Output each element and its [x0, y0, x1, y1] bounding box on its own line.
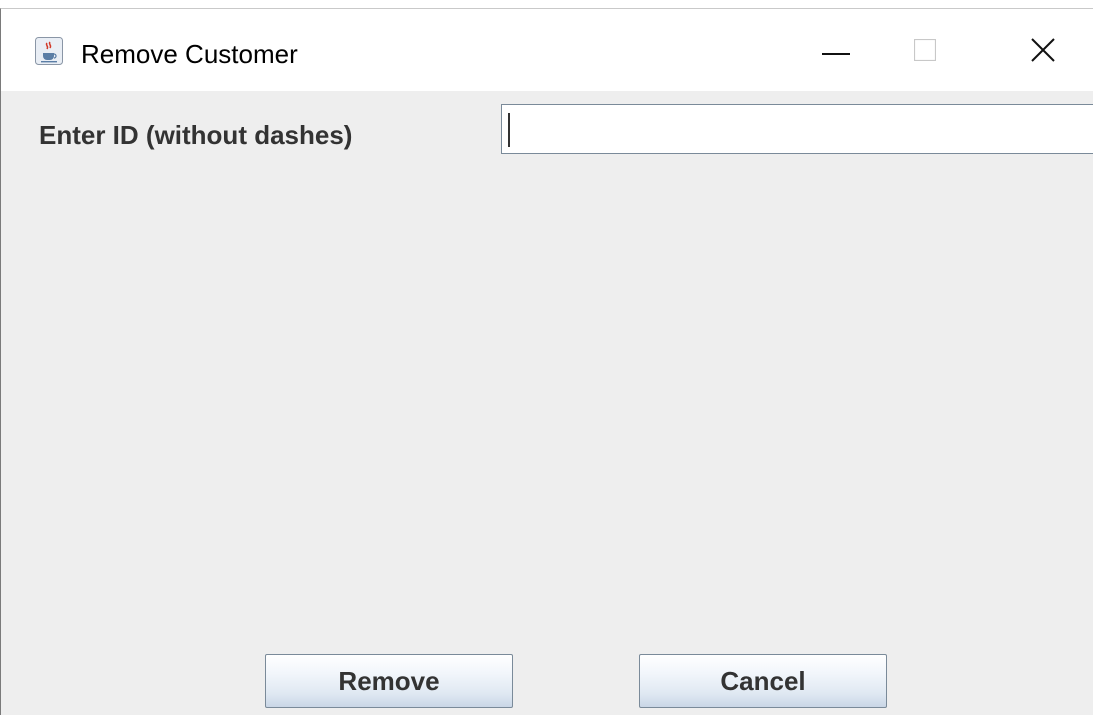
title-bar[interactable]: Remove Customer [1, 9, 1093, 91]
cancel-button[interactable]: Cancel [639, 654, 887, 708]
id-input[interactable] [501, 104, 1093, 154]
maximize-button[interactable] [895, 31, 955, 73]
java-cup-icon[interactable] [35, 37, 63, 65]
close-icon [1031, 37, 1055, 67]
minimize-button[interactable] [806, 31, 866, 73]
text-caret [508, 113, 510, 147]
maximize-icon [913, 38, 937, 66]
window-title: Remove Customer [81, 39, 298, 69]
remove-customer-window: Remove Customer Enter ID (without dashes… [0, 8, 1093, 715]
close-button[interactable] [1013, 31, 1073, 73]
remove-button[interactable]: Remove [265, 654, 513, 708]
minimize-icon [822, 43, 850, 61]
id-field-label: Enter ID (without dashes) [39, 120, 353, 150]
